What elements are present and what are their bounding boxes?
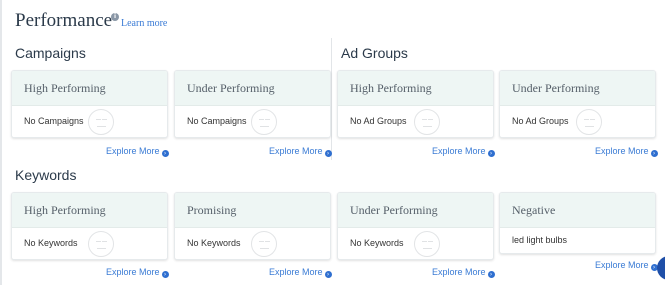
card-ad-groups-high-performing: High Performing No Ad Groups — [337, 70, 494, 138]
card-title: High Performing — [12, 71, 167, 106]
card-body: No Ad Groups — [500, 106, 655, 137]
card-body: No Ad Groups — [338, 106, 493, 137]
arrow-right-circle-icon: › — [324, 150, 332, 157]
arrow-right-circle-icon: › — [650, 150, 658, 157]
section-title-ad-groups: Ad Groups — [341, 45, 408, 61]
neutral-face-icon — [251, 231, 277, 257]
card-campaigns-high-performing: High Performing No Campaigns — [11, 70, 168, 138]
learn-more-link[interactable]: Learn more — [121, 18, 167, 29]
neutral-face-icon — [88, 231, 114, 257]
card-empty-text: No Keywords — [187, 238, 241, 248]
neutral-face-icon — [251, 109, 277, 135]
page-title: Performance — [15, 10, 113, 31]
explore-more-keywords-under[interactable]: Explore More › — [432, 267, 495, 278]
arrow-right-circle-icon: › — [324, 271, 332, 278]
neutral-face-icon — [414, 231, 440, 257]
card-body: led light bulbs — [500, 228, 655, 253]
card-body: No Campaigns — [175, 106, 330, 137]
card-empty-text: No Keywords — [350, 238, 404, 248]
section-divider — [331, 38, 332, 160]
section-title-campaigns: Campaigns — [15, 45, 86, 61]
card-keywords-negative: Negative led light bulbs — [499, 192, 656, 254]
card-title: High Performing — [12, 193, 167, 228]
card-body: No Keywords — [175, 228, 330, 259]
card-campaigns-under-performing: Under Performing No Campaigns — [174, 70, 331, 138]
card-title: Promising — [175, 193, 330, 228]
card-empty-text: No Campaigns — [187, 116, 247, 126]
neutral-face-icon — [88, 109, 114, 135]
card-keywords-high-performing: High Performing No Keywords — [11, 192, 168, 260]
card-keywords-under-performing: Under Performing No Keywords — [337, 192, 494, 260]
card-ad-groups-under-performing: Under Performing No Ad Groups — [499, 70, 656, 138]
info-icon[interactable]: i — [111, 13, 119, 21]
card-title: High Performing — [338, 71, 493, 106]
explore-more-keywords-high[interactable]: Explore More › — [106, 267, 169, 278]
arrow-right-circle-icon: › — [487, 271, 495, 278]
arrow-right-circle-icon: › — [161, 271, 169, 278]
negative-keyword-item[interactable]: led light bulbs — [512, 235, 567, 245]
explore-more-ad-groups-high[interactable]: Explore More › — [432, 146, 495, 157]
card-title: Under Performing — [338, 193, 493, 228]
explore-more-campaigns-under[interactable]: Explore More › — [269, 146, 332, 157]
explore-more-keywords-promising[interactable]: Explore More › — [269, 267, 332, 278]
arrow-right-circle-icon: › — [487, 150, 495, 157]
card-title: Under Performing — [175, 71, 330, 106]
card-body: No Keywords — [338, 228, 493, 259]
card-empty-text: No Ad Groups — [350, 116, 407, 126]
card-empty-text: No Ad Groups — [512, 116, 569, 126]
explore-more-keywords-negative[interactable]: Explore More › — [595, 260, 658, 271]
explore-more-ad-groups-under[interactable]: Explore More › — [595, 146, 658, 157]
section-title-keywords: Keywords — [15, 167, 77, 183]
card-title: Under Performing — [500, 71, 655, 106]
neutral-face-icon — [576, 109, 602, 135]
arrow-right-circle-icon: › — [161, 150, 169, 157]
card-keywords-promising: Promising No Keywords — [174, 192, 331, 260]
card-empty-text: No Keywords — [24, 238, 78, 248]
card-body: No Keywords — [12, 228, 167, 259]
card-empty-text: No Campaigns — [24, 116, 84, 126]
card-body: No Campaigns — [12, 106, 167, 137]
neutral-face-icon — [414, 109, 440, 135]
explore-more-campaigns-high[interactable]: Explore More › — [106, 146, 169, 157]
card-title: Negative — [500, 193, 655, 228]
